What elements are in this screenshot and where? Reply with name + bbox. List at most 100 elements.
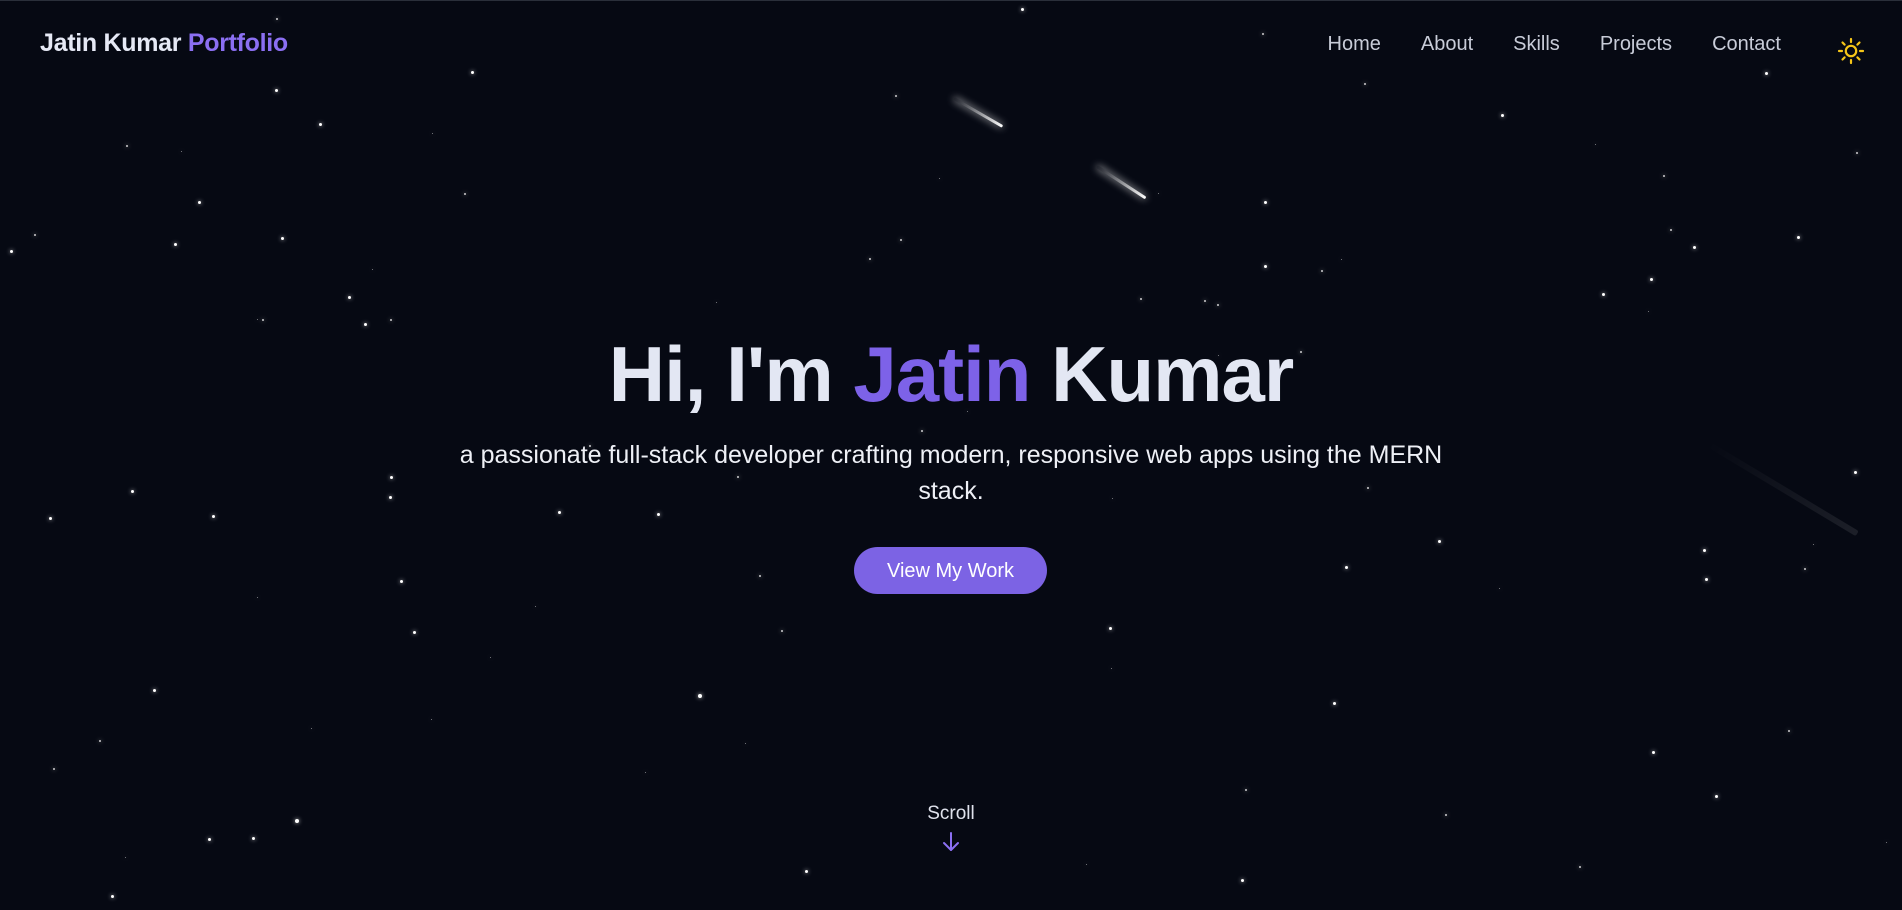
brand-name: Jatin Kumar <box>40 29 182 57</box>
star <box>1437 539 1441 543</box>
shooting-star <box>1096 165 1147 200</box>
star <box>921 430 923 432</box>
star <box>180 150 182 152</box>
nav-contact[interactable]: Contact <box>1712 33 1781 56</box>
star <box>1764 71 1768 75</box>
nav-about[interactable]: About <box>1421 33 1473 56</box>
main-nav: Home About Skills Projects Contact <box>1328 33 1781 56</box>
star <box>1856 152 1858 154</box>
star <box>53 768 55 770</box>
nav-projects[interactable]: Projects <box>1600 33 1672 56</box>
star <box>464 193 466 195</box>
star <box>489 656 491 658</box>
scroll-indicator[interactable]: Scroll <box>901 803 1001 853</box>
star <box>1262 33 1264 35</box>
star <box>124 856 126 858</box>
star <box>430 718 432 720</box>
hero-greeting: Hi, I'm <box>608 330 834 418</box>
star <box>644 771 646 773</box>
scroll-label: Scroll <box>927 803 975 824</box>
star <box>1344 565 1348 569</box>
star <box>1500 113 1504 117</box>
star <box>363 322 367 326</box>
star <box>534 605 536 607</box>
star <box>1332 701 1336 705</box>
star <box>1364 83 1366 85</box>
star <box>1321 270 1323 272</box>
star <box>130 489 134 493</box>
star <box>1217 304 1219 306</box>
star <box>1796 235 1800 239</box>
star <box>1085 863 1087 865</box>
theme-toggle-button[interactable] <box>1837 37 1865 65</box>
brand-logo[interactable]: Jatin Kumar Portfolio <box>40 29 288 58</box>
star <box>399 579 403 583</box>
star <box>295 819 299 823</box>
star <box>1601 292 1605 296</box>
star <box>781 630 783 632</box>
hero-title: Hi, I'm Jatin Kumar <box>0 329 1902 420</box>
star <box>470 70 474 74</box>
star <box>207 837 211 841</box>
star <box>1110 667 1112 669</box>
star <box>347 295 351 299</box>
star <box>280 236 284 240</box>
star <box>1263 200 1267 204</box>
sun-icon <box>1837 37 1865 65</box>
star <box>1649 277 1653 281</box>
shooting-star <box>953 97 1004 128</box>
star <box>1647 310 1649 312</box>
star <box>412 630 416 634</box>
star <box>262 319 264 321</box>
star <box>1240 878 1244 882</box>
star <box>1651 750 1655 754</box>
star <box>759 575 761 577</box>
star <box>48 516 52 520</box>
star <box>715 301 717 303</box>
star <box>99 740 101 742</box>
star <box>197 200 201 204</box>
nav-home[interactable]: Home <box>1328 33 1381 56</box>
star <box>1594 143 1596 145</box>
star <box>256 596 258 598</box>
star <box>698 694 702 698</box>
star <box>126 145 128 147</box>
hero-subtitle: a passionate full-stack developer crafti… <box>459 441 1443 505</box>
star <box>211 514 215 518</box>
star <box>804 869 808 873</box>
star <box>1663 175 1665 177</box>
star <box>152 688 156 692</box>
star <box>1157 192 1159 194</box>
star <box>1204 300 1206 302</box>
star <box>1670 229 1672 231</box>
star <box>1788 730 1790 732</box>
star <box>110 894 114 898</box>
star <box>251 836 255 840</box>
view-my-work-button[interactable]: View My Work <box>854 547 1047 594</box>
star <box>34 234 36 236</box>
arrow-down-icon <box>943 832 959 851</box>
star <box>656 512 660 516</box>
star <box>1704 577 1708 581</box>
page: Jatin Kumar Portfolio Home About Skills … <box>0 0 1902 910</box>
star <box>1885 841 1887 843</box>
star <box>744 742 746 744</box>
star <box>1140 298 1142 300</box>
star <box>9 249 13 253</box>
star <box>1579 866 1581 868</box>
nav-skills[interactable]: Skills <box>1513 33 1560 56</box>
star <box>1245 789 1247 791</box>
star <box>389 475 393 479</box>
star <box>256 318 258 320</box>
star <box>1340 258 1342 260</box>
star <box>274 88 278 92</box>
star <box>1714 794 1718 798</box>
hero-last-name: Kumar <box>1051 330 1294 418</box>
star <box>1692 245 1696 249</box>
star <box>895 95 897 97</box>
star <box>388 495 392 499</box>
star <box>390 319 392 321</box>
star <box>318 122 322 126</box>
star <box>310 727 312 729</box>
star <box>1020 7 1024 11</box>
